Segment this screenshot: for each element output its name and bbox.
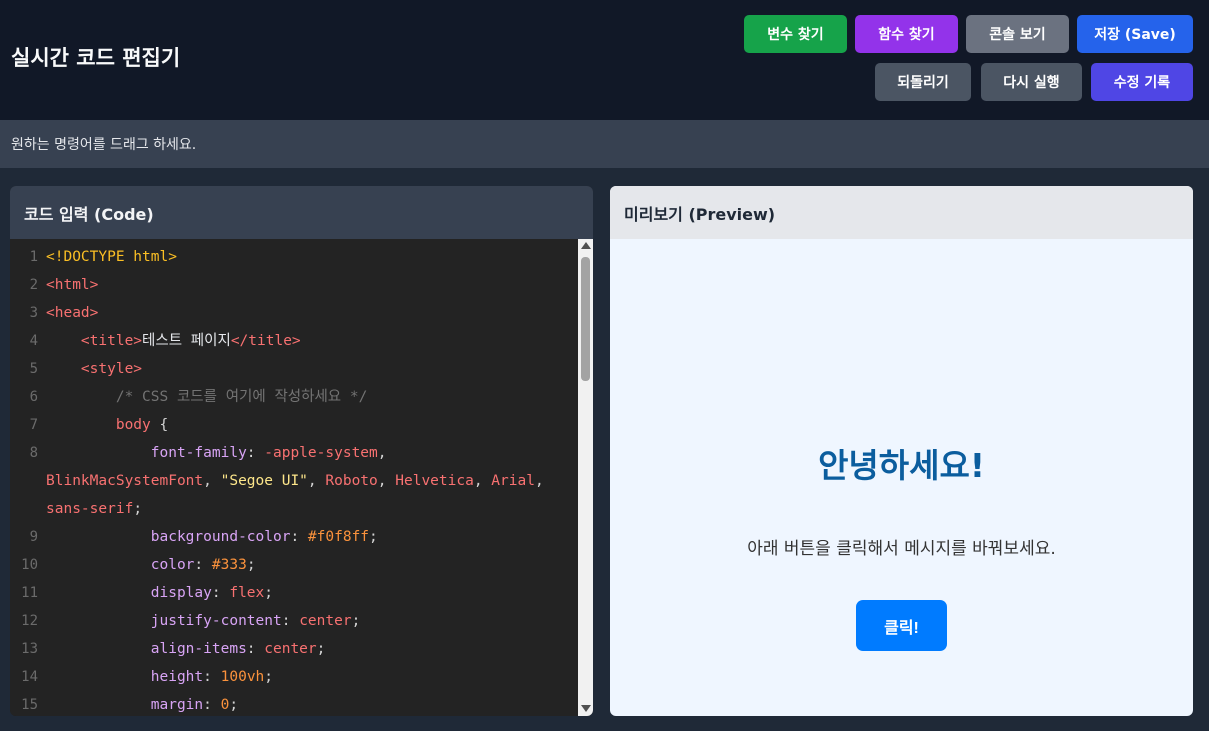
undo-button[interactable]: 되돌리기: [875, 63, 971, 101]
line-code: <!DOCTYPE html>: [46, 249, 177, 265]
line-number: 14: [21, 669, 38, 685]
line-code: <title>테스트 페이지</title>: [80, 333, 301, 349]
line-number: 4: [29, 333, 38, 349]
line-number: 6: [29, 389, 38, 405]
code-line[interactable]: 9 background-color: #f0f8ff;: [10, 523, 578, 551]
line-code: sans-serif;: [46, 501, 143, 517]
line-code: body {: [115, 417, 169, 433]
preview-panel: 미리보기 (Preview) 안녕하세요! 아래 버튼을 클릭해서 메시지를 바…: [610, 186, 1193, 716]
code-line[interactable]: 14 height: 100vh;: [10, 663, 578, 691]
code-line[interactable]: sans-serif;: [10, 495, 578, 523]
line-code: justify-content: center;: [150, 613, 361, 629]
scroll-up-arrow-icon[interactable]: [581, 242, 591, 249]
code-line[interactable]: 2 <html>: [10, 271, 578, 299]
redo-button[interactable]: 다시 실행: [981, 63, 1082, 101]
view-console-button[interactable]: 콘솔 보기: [966, 15, 1069, 53]
preview-panel-title: 미리보기 (Preview): [610, 186, 1193, 239]
scroll-down-arrow-icon[interactable]: [581, 705, 591, 712]
code-line[interactable]: 4 <title>테스트 페이지</title>: [10, 327, 578, 355]
line-code: <style>: [80, 361, 143, 377]
line-code: <html>: [46, 277, 99, 293]
find-variable-button[interactable]: 변수 찾기: [744, 15, 847, 53]
code-panel-title: 코드 입력 (Code): [10, 186, 593, 239]
save-button[interactable]: 저장 (Save): [1077, 15, 1193, 53]
instruction-bar: 원하는 명령어를 드래그 하세요.: [0, 120, 1209, 168]
line-number: 3: [29, 305, 38, 321]
preview-frame: 안녕하세요! 아래 버튼을 클릭해서 메시지를 바꿔보세요. 클릭!: [610, 239, 1193, 716]
code-line[interactable]: 15 margin: 0;: [10, 691, 578, 716]
line-number: 5: [29, 361, 38, 377]
code-line[interactable]: 5 <style>: [10, 355, 578, 383]
code-line[interactable]: 8 font-family: -apple-system,: [10, 439, 578, 467]
code-line[interactable]: 7 body {: [10, 411, 578, 439]
app-header: 실시간 코드 편집기 변수 찾기 함수 찾기 콘솔 보기 저장 (Save) 되…: [0, 0, 1209, 120]
preview-heading: 안녕하세요!: [818, 446, 985, 485]
code-line[interactable]: 3 <head>: [10, 299, 578, 327]
line-number: 8: [29, 445, 38, 461]
line-code: /* CSS 코드를 여기에 작성하세요 */: [115, 389, 368, 405]
line-code: BlinkMacSystemFont, "Segoe UI", Roboto, …: [46, 473, 544, 489]
code-editor[interactable]: 1 <!DOCTYPE html> 2 <html> 3 <head> 4 <title>테…: [10, 239, 578, 716]
app-title: 실시간 코드 편집기: [11, 46, 181, 70]
line-code: color: #333;: [150, 557, 256, 573]
line-code: <head>: [46, 305, 99, 321]
preview-click-button[interactable]: 클릭!: [856, 600, 947, 651]
preview-message: 아래 버튼을 클릭해서 메시지를 바꿔보세요.: [747, 539, 1056, 559]
line-code: background-color: #f0f8ff;: [150, 529, 378, 545]
line-code: align-items: center;: [150, 641, 326, 657]
history-button[interactable]: 수정 기록: [1091, 63, 1193, 101]
code-line[interactable]: BlinkMacSystemFont, "Segoe UI", Roboto, …: [10, 467, 578, 495]
line-code: display: flex;: [150, 585, 273, 601]
code-line[interactable]: 6 /* CSS 코드를 여기에 작성하세요 */: [10, 383, 578, 411]
line-number: 13: [21, 641, 38, 657]
code-line[interactable]: 11 display: flex;: [10, 579, 578, 607]
find-function-button[interactable]: 함수 찾기: [855, 15, 958, 53]
line-code: height: 100vh;: [150, 669, 274, 685]
code-line[interactable]: 1 <!DOCTYPE html>: [10, 243, 578, 271]
line-number: 11: [21, 585, 38, 601]
code-panel: 코드 입력 (Code) 1 <!DOCTYPE html> 2 <html> 3 <he…: [10, 186, 593, 716]
line-number: 15: [21, 697, 38, 713]
instruction-text: 원하는 명령어를 드래그 하세요.: [11, 137, 197, 153]
line-code: margin: 0;: [150, 697, 239, 713]
editor-scrollbar[interactable]: [578, 239, 593, 716]
scroll-thumb[interactable]: [581, 257, 590, 381]
code-line[interactable]: 13 align-items: center;: [10, 635, 578, 663]
code-line[interactable]: 12 justify-content: center;: [10, 607, 578, 635]
line-number: 1: [29, 249, 38, 265]
line-number: 12: [21, 613, 38, 629]
line-number: 10: [21, 557, 38, 573]
line-number: 7: [29, 417, 38, 433]
line-number: 2: [29, 277, 38, 293]
code-line[interactable]: 10 color: #333;: [10, 551, 578, 579]
line-number: 9: [29, 529, 38, 545]
line-code: font-family: -apple-system,: [150, 445, 387, 461]
